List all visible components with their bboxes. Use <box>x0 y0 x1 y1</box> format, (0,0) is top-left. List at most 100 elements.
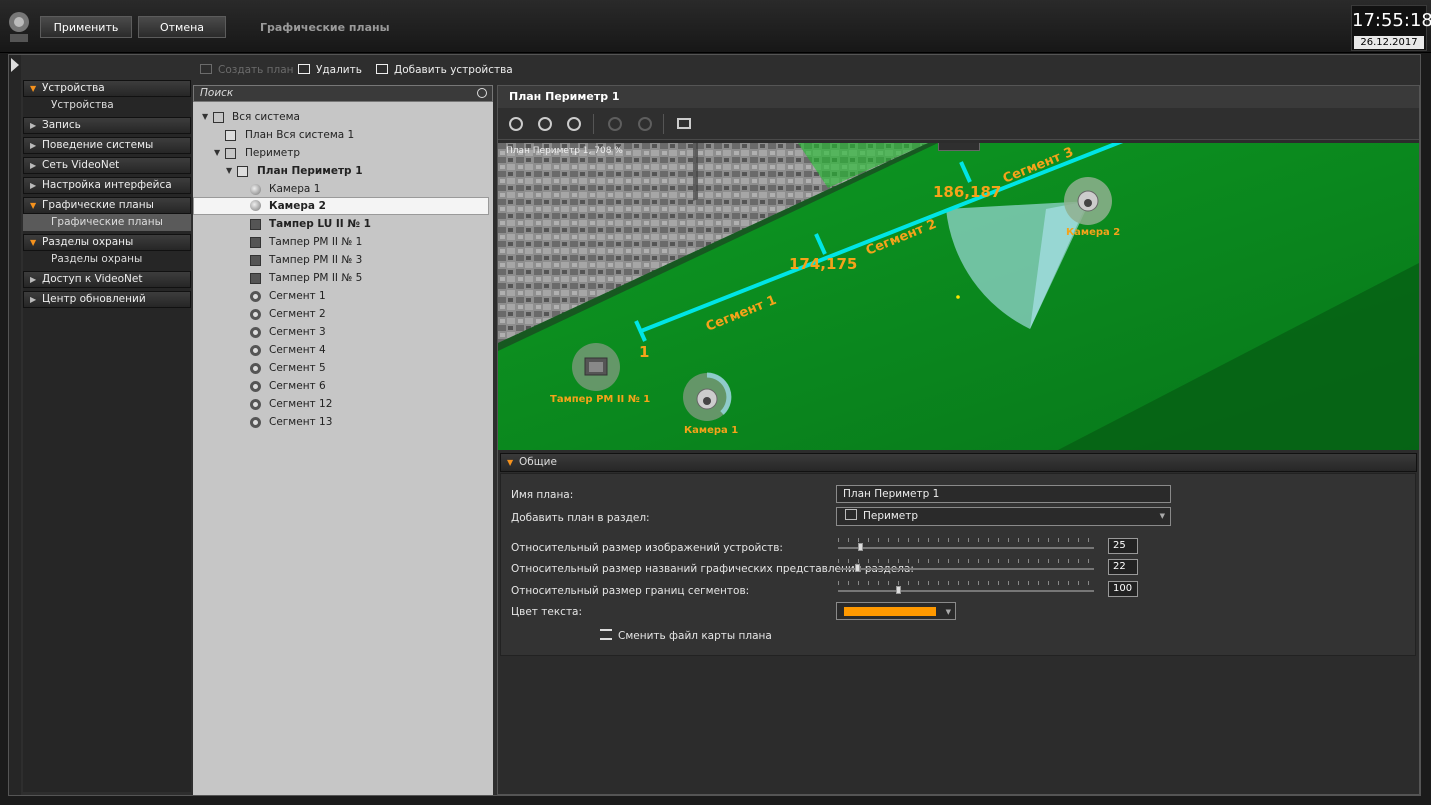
nav-videonet-access[interactable]: ▶ Доступ к VideoNet <box>23 271 191 288</box>
section-select[interactable]: Периметр ▼ <box>836 507 1171 526</box>
tree-item[interactable]: План Вся система 1 <box>193 126 489 144</box>
tamper-device-icon[interactable] <box>572 343 620 391</box>
tree-item-label: Тампер РМ II № 3 <box>269 254 363 266</box>
edit-line-icon[interactable] <box>608 117 622 131</box>
tree-item[interactable]: Сегмент 1 <box>193 287 489 305</box>
nav-sub-devices[interactable]: Устройства <box>23 97 191 114</box>
app-logo-icon <box>4 6 34 46</box>
nav-videonet-network[interactable]: ▶ Сеть VideoNet <box>23 157 191 174</box>
segment-border-size-slider[interactable] <box>838 581 1094 595</box>
segment-border-size-value[interactable]: 100 <box>1108 581 1138 597</box>
text-color-picker[interactable]: ▼ <box>836 602 956 620</box>
plan-icon <box>237 166 248 177</box>
nav-security-sections[interactable]: ▼ Разделы охраны <box>23 234 191 251</box>
clock-time: 17:55:18 <box>1352 10 1431 31</box>
plan-name-input[interactable]: План Периметр 1 <box>836 485 1171 503</box>
clock: 17:55:18 26.12.2017 <box>1351 5 1431 51</box>
map-toolbar <box>498 108 1419 140</box>
expanded-arrow-icon[interactable]: ▼ <box>226 162 232 180</box>
expanded-arrow-icon: ▼ <box>30 84 37 93</box>
trash-icon <box>298 64 310 74</box>
zoom-in-icon[interactable] <box>509 117 523 131</box>
expanded-arrow-icon[interactable]: ▼ <box>214 144 220 162</box>
tree-item-label: Тампер РМ II № 5 <box>269 272 363 284</box>
device-image-size-slider[interactable] <box>838 538 1094 552</box>
tree-item[interactable]: Камера 2 <box>193 197 489 215</box>
camera-device-icon[interactable] <box>683 372 732 421</box>
toolbar-separator <box>593 114 594 134</box>
tree-item[interactable]: Тампер LU II № 1 <box>193 215 489 233</box>
create-plan-button[interactable]: Создать план <box>200 62 294 78</box>
nav-graphic-plans[interactable]: ▼ Графические планы <box>23 197 191 214</box>
tree-item[interactable]: Сегмент 13 <box>193 413 489 431</box>
search-input[interactable]: Поиск <box>193 85 493 102</box>
device-tree-panel: Поиск ▼ Вся система План Вся система 1 ▼ П… <box>193 85 493 795</box>
expanded-arrow-icon[interactable]: ▼ <box>202 108 208 126</box>
nav-sub-graphic-plans[interactable]: Графические планы <box>23 214 191 231</box>
section-select-value: Периметр <box>863 510 919 522</box>
plan-map[interactable]: 1 174,175 186,187 Сегмент 1 Сегмент 2 Се… <box>498 143 1419 450</box>
tree-item[interactable]: ▼ План Периметр 1 <box>193 162 489 180</box>
nav-update-center[interactable]: ▶ Центр обновлений <box>23 291 191 308</box>
add-device-icon <box>376 64 388 74</box>
map-collapse-tab[interactable] <box>938 143 980 151</box>
tree-item-label: Тампер LU II № 1 <box>269 218 371 230</box>
change-map-file-button[interactable]: Сменить файл карты плана <box>600 628 772 644</box>
nav-devices[interactable]: ▼ Устройства <box>23 80 191 97</box>
apply-button[interactable]: Применить <box>40 16 132 38</box>
tree-item-label: Камера 1 <box>269 183 321 195</box>
nav-interface-settings[interactable]: ▶ Настройка интерфейса <box>23 177 191 194</box>
section-name-size-slider[interactable] <box>838 559 1094 573</box>
delete-button[interactable]: Удалить <box>298 62 362 78</box>
expand-arrow-icon[interactable] <box>11 58 19 72</box>
segment-icon <box>250 363 261 374</box>
map-canvas[interactable]: 1 174,175 186,187 Сегмент 1 Сегмент 2 Се… <box>498 143 1419 450</box>
collapse-strip[interactable] <box>9 55 21 795</box>
tree-item[interactable]: Тампер РМ II № 1 <box>193 233 489 251</box>
tree-item-label: Камера 2 <box>269 200 326 212</box>
collapsed-arrow-icon: ▶ <box>30 181 37 190</box>
chevron-down-icon[interactable]: ▼ <box>1160 508 1165 524</box>
camera-device-icon[interactable] <box>1064 177 1112 225</box>
slider-thumb[interactable] <box>896 586 901 594</box>
tree-item[interactable]: ▼ Вся система <box>193 108 489 126</box>
section-name-size-value[interactable]: 22 <box>1108 559 1138 575</box>
cancel-button[interactable]: Отмена <box>138 16 226 38</box>
general-section-header[interactable]: ▼ Общие <box>500 453 1417 472</box>
tree-item-label: Вся система <box>232 111 300 123</box>
tree-item[interactable]: Сегмент 3 <box>193 323 489 341</box>
tree-item[interactable]: ▼ Периметр <box>193 144 489 162</box>
slider-thumb[interactable] <box>858 543 863 551</box>
zoom-out-icon[interactable] <box>538 117 552 131</box>
chevron-down-icon[interactable]: ▼ <box>946 604 951 620</box>
tree-item[interactable]: Камера 1 <box>193 180 489 198</box>
marker-label: 186,187 <box>933 183 1001 201</box>
settings-nav: ▼ Устройства Устройства ▶ Запись ▶ Поведени… <box>23 80 191 792</box>
tree-item[interactable]: Тампер РМ II № 5 <box>193 269 489 287</box>
search-icon[interactable] <box>477 88 487 98</box>
fit-screen-icon[interactable] <box>677 118 691 129</box>
nav-label: Разделы охраны <box>42 236 134 248</box>
tamper-icon <box>250 219 261 230</box>
no-link-icon[interactable] <box>567 117 581 131</box>
tree-item-label: Сегмент 1 <box>269 290 326 302</box>
nav-sub-security-sections[interactable]: Разделы охраны <box>23 251 191 268</box>
tree-item[interactable]: Сегмент 2 <box>193 305 489 323</box>
nav-recording[interactable]: ▶ Запись <box>23 117 191 134</box>
nav-system-behavior[interactable]: ▶ Поведение системы <box>23 137 191 154</box>
tree-item[interactable]: Сегмент 4 <box>193 341 489 359</box>
toolbar-separator <box>663 114 664 134</box>
camera-icon <box>250 200 261 211</box>
device-image-size-value[interactable]: 25 <box>1108 538 1138 554</box>
tree-item[interactable]: Сегмент 6 <box>193 377 489 395</box>
tamper-icon <box>250 273 261 284</box>
marker-label: 1 <box>639 343 649 361</box>
rotate-icon[interactable] <box>638 117 652 131</box>
tree-item[interactable]: Сегмент 12 <box>193 395 489 413</box>
tree-item[interactable]: Сегмент 5 <box>193 359 489 377</box>
tree-item[interactable]: Тампер РМ II № 3 <box>193 251 489 269</box>
add-devices-button[interactable]: Добавить устройства <box>376 62 513 78</box>
slider-thumb[interactable] <box>855 564 860 572</box>
general-header-label: Общие <box>519 456 557 468</box>
segment-icon <box>250 327 261 338</box>
